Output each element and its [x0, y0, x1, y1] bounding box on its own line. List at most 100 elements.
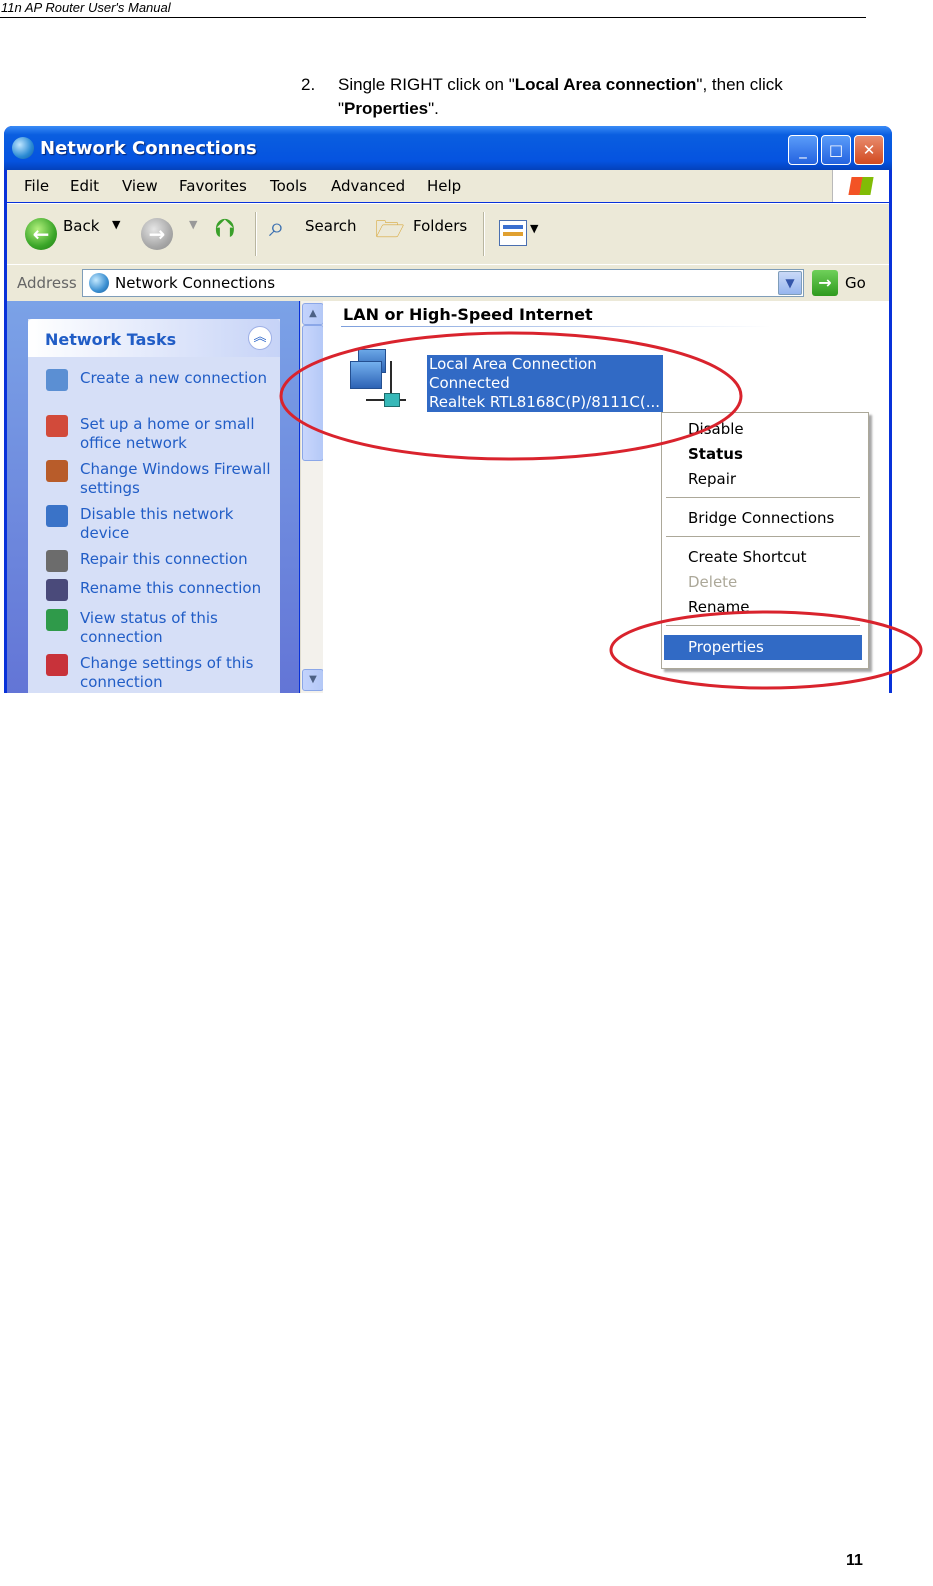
- new-connection-icon: [46, 369, 68, 391]
- back-icon[interactable]: ←: [25, 218, 57, 250]
- context-item-status[interactable]: Status: [664, 442, 862, 467]
- monitor-shape: [350, 361, 382, 389]
- minimize-button[interactable]: _: [788, 135, 818, 165]
- step-number: 2.: [301, 75, 316, 94]
- title-bar[interactable]: Network Connections _ □ ✕: [4, 126, 892, 170]
- context-item-delete[interactable]: Delete: [664, 570, 862, 595]
- folders-button[interactable]: Folders: [413, 217, 467, 235]
- task-label: Rename this connection: [80, 579, 262, 597]
- views-icon-bar: [503, 232, 523, 236]
- task-label: Disable this network device: [80, 505, 234, 542]
- address-value: Network Connections: [115, 274, 276, 292]
- task-label: Change settings of this connection: [80, 654, 254, 691]
- forward-arrow-glyph: →: [148, 222, 166, 246]
- menu-file[interactable]: File: [24, 177, 49, 195]
- address-bar: Address Network Connections ▼ → Go: [7, 264, 889, 301]
- views-icon-bar: [503, 225, 523, 229]
- step-text: Single RIGHT click on "Local Area connec…: [338, 73, 863, 121]
- task-label: Set up a home or small office network: [80, 415, 255, 452]
- menu-help[interactable]: Help: [427, 177, 461, 195]
- window-title: Network Connections: [40, 138, 257, 159]
- network-connections-icon: [12, 137, 34, 159]
- step-text-part: Single RIGHT click on ": [338, 75, 515, 94]
- context-item-repair[interactable]: Repair: [664, 467, 862, 492]
- maximize-button[interactable]: □: [821, 135, 851, 165]
- context-item-properties[interactable]: Properties: [664, 635, 862, 660]
- context-item-label: Bridge Connections: [688, 509, 835, 527]
- search-icon[interactable]: ⌕: [269, 210, 285, 244]
- context-menu-separator: [666, 625, 860, 626]
- context-menu-separator: [666, 536, 860, 537]
- task-label: Create a new connection: [80, 369, 267, 387]
- context-item-label: Status: [688, 445, 743, 463]
- context-item-create-shortcut[interactable]: Create Shortcut: [664, 545, 862, 570]
- group-divider: [341, 326, 771, 327]
- go-arrow-icon[interactable]: →: [812, 270, 838, 296]
- back-arrow-glyph: ←: [32, 222, 50, 246]
- context-item-label: Disable: [688, 420, 744, 438]
- task-label: Repair this connection: [80, 550, 248, 568]
- menu-favorites[interactable]: Favorites: [179, 177, 247, 195]
- repair-icon: [46, 550, 68, 572]
- page-number: 11: [846, 1552, 863, 1569]
- local-area-connection-item[interactable]: Local Area Connection Connected Realtek …: [427, 355, 663, 412]
- connection-status: Connected: [429, 374, 510, 392]
- menu-advanced[interactable]: Advanced: [331, 177, 405, 195]
- connection-device: Realtek RTL8168C(P)/8111C(...: [429, 393, 661, 411]
- disable-device-icon: [46, 505, 68, 527]
- network-tasks-box: Network Tasks ︽ Create a new connection S…: [28, 319, 280, 693]
- context-item-rename[interactable]: Rename: [664, 595, 862, 620]
- address-label: Address: [17, 274, 77, 292]
- menu-bar: File Edit View Favorites Tools Advanced …: [7, 170, 889, 202]
- context-item-label: Delete: [688, 573, 738, 591]
- change-settings-icon: [46, 654, 68, 676]
- task-label: Change Windows Firewall settings: [80, 460, 271, 497]
- network-tasks-title: Network Tasks: [45, 330, 177, 349]
- back-dropdown-icon[interactable]: ▼: [112, 218, 120, 231]
- scroll-thumb[interactable]: [302, 325, 324, 461]
- page-header: 11n AP Router User's Manual: [0, 0, 866, 18]
- step-text-bold: Local Area connection: [514, 75, 697, 94]
- connection-name: Local Area Connection: [429, 355, 597, 373]
- views-icon[interactable]: [499, 220, 527, 246]
- scroll-up-icon[interactable]: ▲: [302, 303, 324, 325]
- step-text-bold: Properties: [344, 99, 429, 118]
- menu-view[interactable]: View: [122, 177, 158, 195]
- vertical-scrollbar[interactable]: ▲ ▼: [300, 301, 324, 693]
- views-dropdown-icon[interactable]: ▼: [530, 222, 538, 235]
- forward-icon[interactable]: →: [141, 218, 173, 250]
- home-network-icon: [46, 415, 68, 437]
- forward-dropdown-icon[interactable]: ▼: [189, 218, 197, 231]
- context-menu-separator: [666, 497, 860, 498]
- context-item-disable[interactable]: Disable: [664, 417, 862, 442]
- context-item-label: Repair: [688, 470, 737, 488]
- group-title: LAN or High-Speed Internet: [343, 305, 593, 324]
- scroll-down-icon[interactable]: ▼: [302, 669, 324, 691]
- menu-tools[interactable]: Tools: [270, 177, 307, 195]
- context-item-label: Rename: [688, 598, 750, 616]
- menu-edit[interactable]: Edit: [70, 177, 99, 195]
- search-button[interactable]: Search: [305, 217, 357, 235]
- hub-shape: [384, 393, 400, 407]
- local-area-connection-icon[interactable]: [350, 349, 408, 413]
- close-button[interactable]: ✕: [854, 135, 884, 165]
- task-pane: Network Tasks ︽ Create a new connection S…: [7, 301, 299, 693]
- address-input[interactable]: Network Connections ▼: [82, 269, 804, 297]
- collapse-chevron-icon[interactable]: ︽: [248, 326, 272, 350]
- context-menu: Disable Status Repair Bridge Connections Cre…: [661, 412, 869, 669]
- windows-flag-logo: [832, 170, 889, 202]
- view-status-icon: [46, 609, 68, 631]
- go-button[interactable]: Go: [845, 274, 866, 292]
- context-item-bridge-connections[interactable]: Bridge Connections: [664, 506, 862, 531]
- toolbar: ← Back ▼ → ▼ ⮉ ⌕ Search 🗁 Folders ▼: [7, 203, 889, 264]
- address-dropdown-icon[interactable]: ▼: [778, 271, 802, 295]
- windows-logo-icon: [848, 177, 874, 195]
- toolbar-separator: [483, 212, 485, 256]
- rename-icon: [46, 579, 68, 601]
- toolbar-separator: [255, 212, 257, 256]
- folders-icon[interactable]: 🗁: [375, 212, 405, 253]
- step-text-part: ".: [428, 99, 439, 118]
- network-tasks-header[interactable]: Network Tasks ︽: [28, 319, 280, 357]
- back-button[interactable]: Back: [63, 217, 99, 235]
- up-folder-icon[interactable]: ⮉: [215, 214, 235, 245]
